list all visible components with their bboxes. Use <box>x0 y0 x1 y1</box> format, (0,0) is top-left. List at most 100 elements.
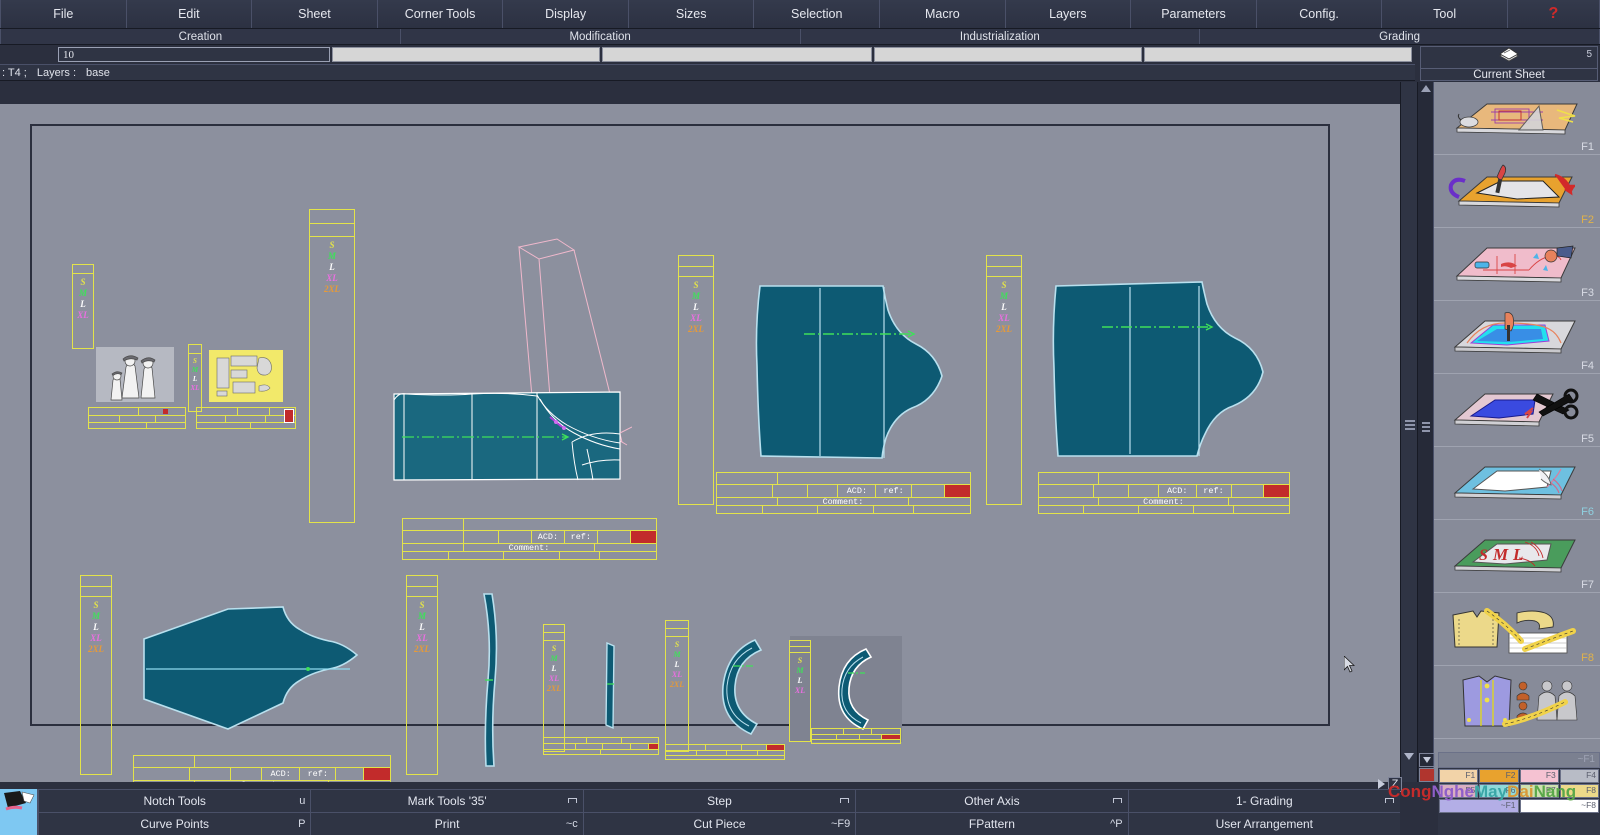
layers-value[interactable]: base <box>86 67 110 79</box>
menu-sheet[interactable]: Sheet <box>252 0 378 28</box>
menu-display[interactable]: Display <box>503 0 629 28</box>
palette-swatch-shift-f1[interactable]: ~F1 <box>1439 799 1519 813</box>
section-modification[interactable]: Modification <box>400 29 801 44</box>
help-icon[interactable]: ? <box>1507 0 1600 28</box>
status-grading[interactable]: 1- Grading <box>1127 789 1401 812</box>
menu-parameters[interactable]: Parameters <box>1131 0 1257 28</box>
palette-active-swatch[interactable]: ~F1 <box>1438 752 1600 768</box>
panel-f6-fold[interactable]: F6 <box>1434 447 1600 520</box>
panel-f1-drafting[interactable]: F1 <box>1434 82 1600 155</box>
sizecol-photo-flat[interactable]: S M L XL <box>188 344 202 412</box>
value-input[interactable]: 10 <box>58 47 330 62</box>
sizecol-sleeve[interactable]: S M L XL 2XL <box>309 209 355 523</box>
sizecol-back-body[interactable]: S M L XL 2XL <box>986 255 1022 505</box>
sizecol-photo-model[interactable]: S M L XL <box>72 264 94 349</box>
menu-macro[interactable]: Macro <box>880 0 1006 28</box>
section-industrialization[interactable]: Industrialization <box>800 29 1201 44</box>
infotable-photo-flat[interactable] <box>196 407 296 429</box>
status-other-axis[interactable]: Other Axis <box>855 789 1128 812</box>
panel-f2-modification[interactable]: F2 <box>1434 155 1600 228</box>
palette-swatch-shift-f1-label: ~F1 <box>1500 800 1516 810</box>
menu-file[interactable]: File <box>0 0 127 28</box>
status-user-arrangement[interactable]: User Arrangement <box>1127 812 1401 835</box>
scroll-down-icon[interactable] <box>1404 753 1414 760</box>
menu-layers[interactable]: Layers <box>1005 0 1132 28</box>
pattern-canvas[interactable]: S M L XL S M L XL S M L XL 2XL ACD: ref:… <box>0 82 1400 782</box>
status-print[interactable]: Print ~c <box>310 812 583 835</box>
menu-sizes[interactable]: Sizes <box>628 0 755 28</box>
infotable-placket-short[interactable] <box>543 737 659 755</box>
status-mark-tools[interactable]: Mark Tools '35' <box>310 789 583 812</box>
status-notch-tools[interactable]: Notch Tools u <box>38 789 311 812</box>
palette-swatch-shift-f8[interactable]: ~F8 <box>1519 799 1599 813</box>
piece-front-body[interactable] <box>732 272 950 462</box>
status-fpattern[interactable]: FPattern ^P <box>855 812 1128 835</box>
infotable-collar-band-2[interactable] <box>811 728 901 744</box>
piece-yoke[interactable] <box>128 587 373 752</box>
palette-swatch-f2[interactable]: F2 <box>1479 769 1519 783</box>
infotable-yoke[interactable]: ACD: ref: Comment: <box>133 755 391 782</box>
panel-grip[interactable] <box>1422 422 1430 432</box>
piece-collar-band-2[interactable] <box>833 645 875 731</box>
palette-swatch-f1[interactable]: F1 <box>1439 769 1479 783</box>
palette-color-indicator[interactable] <box>1419 768 1435 782</box>
status-step[interactable]: Step <box>582 789 856 812</box>
menu-config[interactable]: Config. <box>1256 0 1383 28</box>
play-right-icon[interactable] <box>1378 779 1385 789</box>
param-slot-4[interactable] <box>1144 47 1412 62</box>
current-sheet-icon-row: 5 <box>1421 47 1597 69</box>
splitter-grip[interactable] <box>1405 420 1415 432</box>
panel-f5-cut[interactable]: F5 <box>1434 374 1600 447</box>
tool-preview-icon[interactable] <box>0 789 38 812</box>
sizecol-collar-band-2[interactable]: S M L XL <box>789 640 811 742</box>
piece-photo-flat[interactable] <box>209 350 283 402</box>
piece-placket-short[interactable] <box>602 640 618 732</box>
palette-down-icon[interactable] <box>1419 753 1435 767</box>
sizecol-front-body[interactable]: S M L XL 2XL <box>678 255 714 505</box>
section-grading[interactable]: Grading <box>1200 29 1600 44</box>
sizecol-yoke[interactable]: S M L XL 2XL <box>80 575 112 775</box>
param-slot-1[interactable] <box>332 47 600 62</box>
palette-swatch-f6[interactable]: F6 <box>1479 784 1519 798</box>
piece-back-body[interactable] <box>1042 272 1270 462</box>
menu-tool[interactable]: Tool <box>1382 0 1508 28</box>
palette-swatch-f8[interactable]: F8 <box>1559 784 1599 798</box>
section-creation[interactable]: Creation <box>0 29 401 44</box>
param-slot-3[interactable] <box>874 47 1142 62</box>
menu-selection[interactable]: Selection <box>754 0 881 28</box>
sizecol-collar-band-1[interactable]: S M L XL 2XL <box>665 620 689 752</box>
panel-f8-measure[interactable]: F8 <box>1434 593 1600 666</box>
piece-collar-band-1[interactable] <box>715 634 767 738</box>
sizecol-placket-long[interactable]: S M L XL 2XL <box>406 575 438 775</box>
palette-swatch-f7[interactable]: F7 <box>1519 784 1559 798</box>
infotable-flag <box>648 744 658 749</box>
sizecol-placket-short[interactable]: S M L XL 2XL <box>543 624 565 752</box>
canvas-vertical-splitter[interactable] <box>1400 82 1418 782</box>
infotable-collar-band-1[interactable] <box>665 744 785 760</box>
piece-placket-long[interactable] <box>472 590 504 768</box>
scroll-up-icon[interactable] <box>1421 85 1431 92</box>
infotable-back-body[interactable]: ACD: ref: Comment: <box>1038 472 1290 514</box>
piece-sleeve[interactable] <box>382 237 633 482</box>
palette-swatch-f4[interactable]: F4 <box>1559 769 1599 783</box>
current-sheet-panel[interactable]: 5 Current Sheet <box>1420 46 1598 81</box>
infotable-sleeve[interactable]: ACD: ref: Comment: <box>402 518 657 560</box>
palette-swatch-f5[interactable]: F5 <box>1439 784 1479 798</box>
status-curve-points[interactable]: Curve Points P <box>38 812 311 835</box>
infotable-photo-model[interactable] <box>88 407 186 429</box>
menu-corner-tools[interactable]: Corner Tools <box>377 0 504 28</box>
palette-swatch-f3[interactable]: F3 <box>1519 769 1559 783</box>
ref-label: ref: <box>307 769 328 779</box>
menu-edit[interactable]: Edit <box>126 0 253 28</box>
panel-f3-industrialization[interactable]: F3 <box>1434 228 1600 301</box>
panel-f9-garment[interactable] <box>1434 666 1600 739</box>
panel-f4-fill[interactable]: F4 <box>1434 301 1600 374</box>
piece-photo-model[interactable] <box>96 347 174 402</box>
infotable-front-body[interactable]: ACD: ref: Comment: <box>716 472 971 514</box>
function-panel-rail[interactable] <box>1418 82 1434 782</box>
status-cut-piece[interactable]: Cut Piece ~F9 <box>582 812 856 835</box>
tool-preview-icon-2[interactable] <box>0 812 38 835</box>
ref-label: ref: <box>570 532 592 542</box>
param-slot-2[interactable] <box>602 47 872 62</box>
panel-f7-grading[interactable]: S M L F7 <box>1434 520 1600 593</box>
